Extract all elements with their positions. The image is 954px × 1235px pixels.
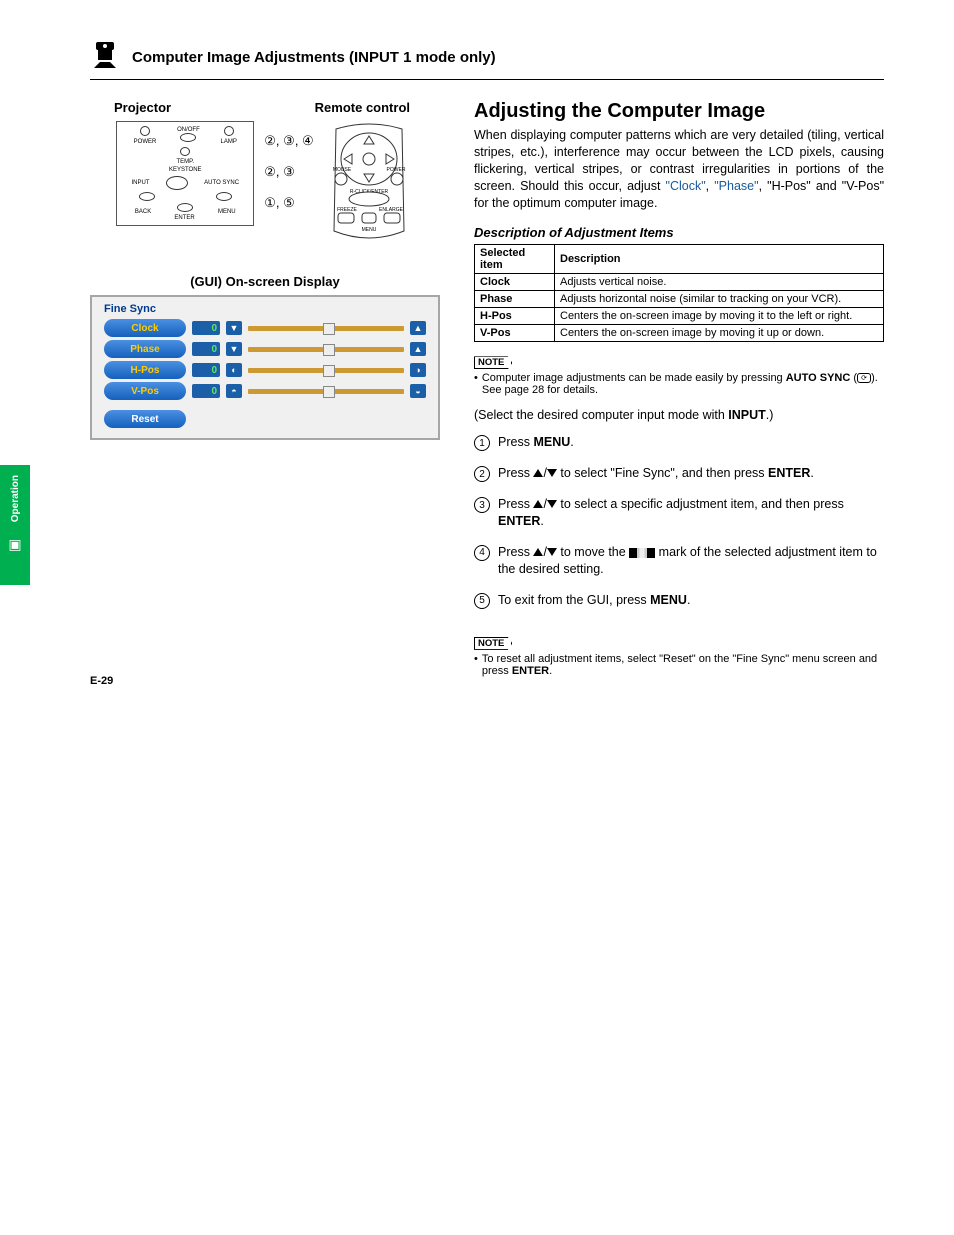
step-1: 1 Press MENU. xyxy=(474,434,884,451)
page-header: Computer Image Adjustments (INPUT 1 mode… xyxy=(90,40,884,75)
remote-diagram: MOUSE POWER R-CLICK/ENTER FREEZE ENLARGE… xyxy=(324,121,414,246)
callout-column: ②, ③, ④ ②, ③ ①, ⑤ xyxy=(264,121,313,226)
note-bullet: • To reset all adjustment items, select … xyxy=(474,653,884,677)
proj-onoff: ON/OFF xyxy=(177,127,200,133)
svg-text:POWER: POWER xyxy=(386,167,405,173)
table-row: H-PosCenters the on-screen image by movi… xyxy=(475,308,884,325)
gui-reset-button: Reset xyxy=(104,410,186,428)
svg-text:FREEZE: FREEZE xyxy=(337,207,357,213)
svg-text:MENU: MENU xyxy=(361,227,376,233)
gui-title: (GUI) On-screen Display xyxy=(90,274,440,289)
remote-label: Remote control xyxy=(315,100,410,115)
sync-icon: ⟳ xyxy=(857,373,871,383)
step-5: 5 To exit from the GUI, press MENU. xyxy=(474,592,884,609)
step-4: 4 Press / to move the mark of the select… xyxy=(474,544,884,578)
callout-2: ②, ③ xyxy=(264,164,313,180)
proj-keystone: KEYSTONE xyxy=(169,167,202,174)
slider-mark-icon xyxy=(629,548,655,558)
phase-link: "Phase" xyxy=(714,179,758,193)
projector-diagram: POWER ON/OFF LAMP TEMP. KEYSTONE xyxy=(116,121,254,226)
svg-text:MOUSE: MOUSE xyxy=(333,167,352,173)
callout-3: ①, ⑤ xyxy=(264,195,313,211)
svg-text:ENLARGE: ENLARGE xyxy=(379,207,404,213)
proj-menu: MENU xyxy=(218,209,236,216)
callout-1: ②, ③, ④ xyxy=(264,133,313,149)
gui-label: Clock xyxy=(104,319,186,337)
gui-value: 0 xyxy=(192,321,220,335)
clock-link: "Clock" xyxy=(666,179,706,193)
input-select-note: (Select the desired computer input mode … xyxy=(474,408,884,422)
proj-enter: ENTER xyxy=(174,215,194,221)
step-2: 2 Press / to select "Fine Sync", and the… xyxy=(474,465,884,482)
th-item: Selected item xyxy=(475,245,555,274)
proj-power: POWER xyxy=(134,139,157,145)
gui-panel-label: Fine Sync xyxy=(104,303,426,315)
th-desc: Description xyxy=(555,245,884,274)
gui-row-hpos: H-Pos 0 ◐ ◑ xyxy=(104,361,426,379)
up-icon: ▲ xyxy=(410,321,426,335)
diagram-labels: Projector Remote control xyxy=(90,100,440,115)
proj-temp: TEMP. xyxy=(176,159,194,165)
down-icon: ▼ xyxy=(226,321,242,335)
note-bullet: • Computer image adjustments can be made… xyxy=(474,372,884,396)
up-arrow-icon xyxy=(533,469,543,477)
gui-row-clock: Clock 0 ▼ ▲ xyxy=(104,319,426,337)
section-heading: Adjusting the Computer Image xyxy=(474,100,884,123)
table-row: PhaseAdjusts horizontal noise (similar t… xyxy=(475,291,884,308)
gui-row-vpos: V-Pos 0 ◓ ◒ xyxy=(104,382,426,400)
table-row: V-PosCenters the on-screen image by movi… xyxy=(475,325,884,342)
divider xyxy=(90,79,884,80)
step-3: 3 Press / to select a specific adjustmen… xyxy=(474,496,884,530)
description-table: Selected itemDescription ClockAdjusts ve… xyxy=(474,244,884,342)
proj-autosync: AUTO SYNC xyxy=(204,180,239,187)
proj-lamp: LAMP xyxy=(221,139,237,145)
projector-label: Projector xyxy=(114,100,171,115)
projector-icon xyxy=(90,40,120,75)
note-tag: NOTE xyxy=(474,637,512,650)
gui-row-phase: Phase 0 ▼ ▲ xyxy=(104,340,426,358)
gui-panel: Fine Sync Clock 0 ▼ ▲ Phase 0 ▼ ▲ H-Pos xyxy=(90,295,440,440)
page-number: E-29 xyxy=(90,675,113,687)
subsection-heading: Description of Adjustment Items xyxy=(474,225,884,240)
step-num: 1 xyxy=(474,435,490,451)
note-tag: NOTE xyxy=(474,356,512,369)
steps-list: 1 Press MENU. 2 Press / to select "Fine … xyxy=(474,434,884,609)
proj-back: BACK xyxy=(135,209,151,216)
gui-slider xyxy=(248,326,404,331)
intro-text: When displaying computer patterns which … xyxy=(474,127,884,211)
page-title: Computer Image Adjustments (INPUT 1 mode… xyxy=(132,49,496,66)
down-arrow-icon xyxy=(547,469,557,477)
table-row: ClockAdjusts vertical noise. xyxy=(475,274,884,291)
proj-input: INPUT xyxy=(131,180,149,187)
